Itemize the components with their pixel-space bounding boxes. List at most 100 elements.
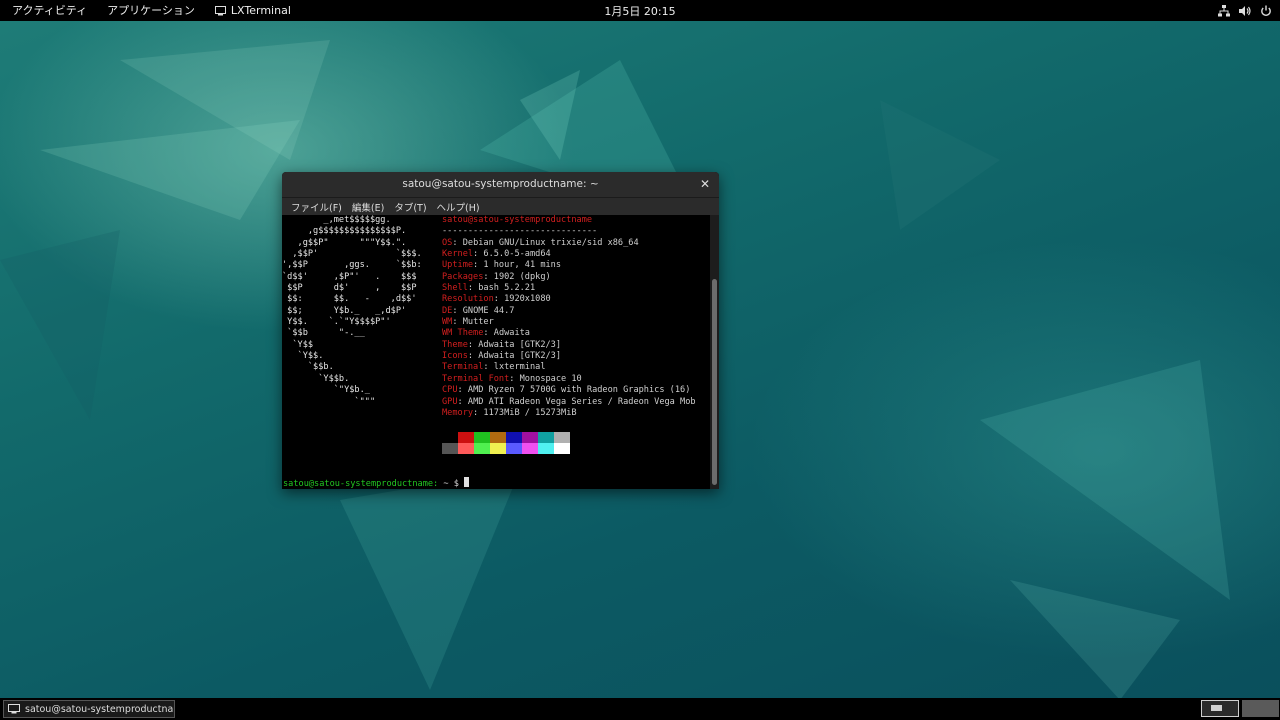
- info-line: WM Theme: Adwaita: [442, 328, 530, 339]
- info-value: bash 5.2.21: [478, 283, 536, 294]
- info-line: Icons: Adwaita [GTK2/3]: [442, 351, 562, 362]
- info-key: WM Theme: [442, 328, 484, 339]
- palette-dark-swatch: [442, 432, 458, 443]
- info-line: Terminal: lxterminal: [442, 362, 546, 373]
- taskbar-window-button[interactable]: satou@satou-systemproductnam...: [3, 700, 175, 718]
- terminal-window[interactable]: satou@satou-systemproductname: ~ ✕ ファイル(…: [282, 172, 719, 489]
- info-line: Theme: Adwaita [GTK2/3]: [442, 339, 562, 350]
- palette-bright-swatch: [554, 443, 570, 454]
- info-key: OS: [442, 237, 453, 248]
- menu-file[interactable]: ファイル(F): [286, 200, 347, 214]
- palette-bright-swatch: [538, 443, 554, 454]
- workspace-window-thumbnail: [1211, 705, 1222, 711]
- clock[interactable]: 1月5日 20:15: [604, 5, 675, 18]
- userhost-line: satou@satou-systemproductname: [442, 215, 593, 225]
- info-line: Uptime: 1 hour, 41 mins: [442, 260, 562, 271]
- prompt-user: satou@satou-systemproductname:: [283, 479, 439, 489]
- applications-menu[interactable]: アプリケーション: [97, 0, 205, 21]
- info-key: Resolution: [442, 294, 494, 305]
- scrollbar-thumb[interactable]: [712, 279, 717, 485]
- info-value: GNOME 44.7: [462, 305, 515, 316]
- menu-help[interactable]: ヘルプ(H): [432, 200, 485, 214]
- info-line: Memory: 1173MiB / 15273MiB: [442, 407, 577, 418]
- app-menu-lxterminal[interactable]: LXTerminal: [205, 0, 301, 21]
- info-line: Kernel: 6.5.0-5-amd64: [442, 249, 551, 260]
- command-prompt[interactable]: satou@satou-systemproductname: ~ $: [283, 477, 470, 489]
- debian-ascii-logo: _,met$$$$$gg. ,g$$$$$$$$$$$$$$$P. ,g$$P"…: [282, 215, 422, 407]
- info-value: AMD Ryzen 7 5700G with Radeon Graphics (…: [467, 385, 691, 396]
- info-value: Debian GNU/Linux trixie/sid x86_64: [462, 237, 639, 248]
- palette-bright-swatch: [442, 443, 458, 454]
- palette-dark-swatch: [538, 432, 554, 443]
- window-titlebar[interactable]: satou@satou-systemproductname: ~ ✕: [282, 172, 719, 198]
- palette-row-bright: [442, 443, 570, 454]
- info-value: 1173MiB / 15273MiB: [483, 407, 577, 418]
- info-key: Uptime: [442, 260, 474, 271]
- separator-line: ------------------------------: [442, 226, 598, 237]
- palette-bright-swatch: [458, 443, 474, 454]
- terminal-icon: [214, 5, 226, 16]
- info-line: GPU: AMD ATI Radeon Vega Series / Radeon…: [442, 396, 696, 407]
- workspace-2[interactable]: [1242, 700, 1279, 717]
- info-line: Packages: 1902 (dpkg): [442, 271, 551, 282]
- text-cursor: [464, 477, 470, 487]
- info-key: Packages: [442, 271, 484, 282]
- prompt-path: ~: [438, 479, 454, 489]
- palette-dark-swatch: [474, 432, 490, 443]
- palette-dark-swatch: [458, 432, 474, 443]
- terminal-menubar: ファイル(F) 編集(E) タブ(T) ヘルプ(H): [282, 198, 719, 215]
- info-key: DE: [442, 305, 453, 316]
- info-value: Monospace 10: [519, 373, 582, 384]
- info-value: lxterminal: [493, 362, 546, 373]
- info-line: DE: GNOME 44.7: [442, 305, 515, 316]
- palette-dark-swatch: [554, 432, 570, 443]
- info-line: CPU: AMD Ryzen 7 5700G with Radeon Graph…: [442, 385, 691, 396]
- taskbar-window-label: satou@satou-systemproductnam...: [25, 703, 175, 715]
- volume-icon: [1239, 5, 1251, 17]
- workspace-1[interactable]: [1201, 700, 1239, 717]
- info-key: Terminal: [442, 362, 484, 373]
- info-value: AMD ATI Radeon Vega Series / Radeon Vega…: [467, 396, 696, 407]
- network-icon: [1218, 4, 1230, 17]
- palette-bright-swatch: [522, 443, 538, 454]
- info-value: 1902 (dpkg): [493, 271, 551, 282]
- palette-dark-swatch: [506, 432, 522, 443]
- info-line: OS: Debian GNU/Linux trixie/sid x86_64: [442, 237, 639, 248]
- info-line: Resolution: 1920x1080: [442, 294, 551, 305]
- info-key: CPU: [442, 385, 458, 396]
- info-value: Mutter: [462, 317, 494, 328]
- close-icon[interactable]: ✕: [698, 172, 712, 197]
- terminal-scrollbar[interactable]: [710, 215, 719, 489]
- terminal-output[interactable]: _,met$$$$$gg. ,g$$$$$$$$$$$$$$$P. ,g$$P"…: [282, 215, 710, 489]
- info-key: GPU: [442, 396, 458, 407]
- palette-dark-swatch: [490, 432, 506, 443]
- info-value: Adwaita [GTK2/3]: [478, 351, 562, 362]
- info-value: Adwaita [GTK2/3]: [478, 339, 562, 350]
- info-value: 6.5.0-5-amd64: [483, 249, 551, 260]
- info-key: Kernel: [442, 249, 474, 260]
- palette-bright-swatch: [490, 443, 506, 454]
- terminal-icon: [8, 704, 20, 714]
- palette-bright-swatch: [474, 443, 490, 454]
- palette-bright-swatch: [506, 443, 522, 454]
- info-value: 1920x1080: [504, 294, 551, 305]
- top-bar: アクティビティ アプリケーション LXTerminal 1月5日 20:15: [0, 0, 1280, 21]
- power-icon: [1260, 5, 1272, 17]
- info-value: Adwaita: [493, 328, 530, 339]
- system-info: satou@satou-systemproductname ----------…: [442, 215, 712, 419]
- menu-edit[interactable]: 編集(E): [347, 200, 389, 214]
- system-status-area[interactable]: [1218, 0, 1272, 21]
- info-key: Theme: [442, 339, 468, 350]
- info-line: Shell: bash 5.2.21: [442, 283, 536, 294]
- app-menu-label: LXTerminal: [230, 4, 291, 17]
- info-value: 1 hour, 41 mins: [483, 260, 562, 271]
- info-key: Shell: [442, 283, 468, 294]
- activities-button[interactable]: アクティビティ: [0, 0, 97, 21]
- color-palette: [442, 432, 570, 454]
- info-key: Icons: [442, 351, 468, 362]
- menu-tabs[interactable]: タブ(T): [389, 200, 431, 214]
- palette-dark-swatch: [522, 432, 538, 443]
- info-line: WM: Mutter: [442, 317, 494, 328]
- info-key: Terminal Font: [442, 373, 510, 384]
- window-title: satou@satou-systemproductname: ~: [402, 178, 599, 190]
